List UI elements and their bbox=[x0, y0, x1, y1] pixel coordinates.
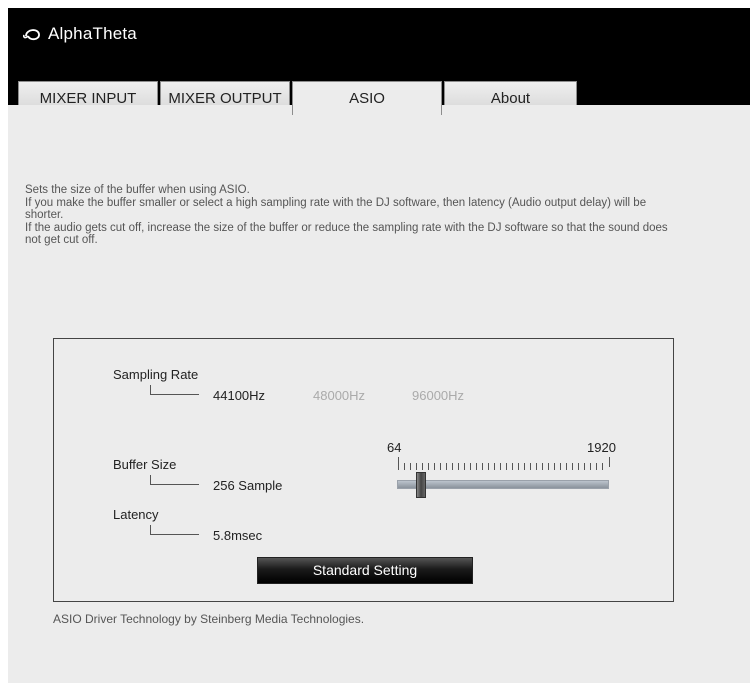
buffer-slider-max: 1920 bbox=[587, 440, 616, 455]
sampling-rate-label: Sampling Rate bbox=[113, 367, 199, 382]
footer-note: ASIO Driver Technology by Steinberg Medi… bbox=[53, 612, 365, 626]
sampling-rate-option-96000[interactable]: 96000Hz bbox=[412, 388, 464, 403]
description-line-3: If the audio gets cut off, increase the … bbox=[25, 221, 668, 247]
tab-asio[interactable]: ASIO bbox=[292, 81, 442, 115]
description-line-2: If you make the buffer smaller or select… bbox=[25, 196, 647, 222]
brand: AlphaTheta bbox=[22, 22, 137, 46]
description-line-1: Sets the size of the buffer when using A… bbox=[25, 184, 250, 196]
buffer-slider-tick-end bbox=[609, 457, 610, 467]
buffer-slider-track[interactable] bbox=[397, 480, 609, 489]
buffer-size-connector bbox=[150, 475, 199, 485]
buffer-size-label: Buffer Size bbox=[113, 457, 177, 472]
buffer-slider-thumb[interactable] bbox=[415, 472, 426, 498]
buffer-size-value: 256 Sample bbox=[213, 478, 283, 493]
latency-value: 5.8msec bbox=[213, 528, 263, 543]
latency-connector bbox=[150, 525, 199, 535]
sampling-rate-option-48000[interactable]: 48000Hz bbox=[313, 388, 365, 403]
asio-panel: Sets the size of the buffer when using A… bbox=[8, 105, 750, 683]
brand-name: AlphaTheta bbox=[48, 24, 137, 43]
buffer-slider-min: 64 bbox=[387, 440, 402, 455]
buffer-slider-ticks bbox=[398, 463, 608, 470]
sampling-rate-option-44100[interactable]: 44100Hz bbox=[213, 388, 265, 403]
latency-label: Latency bbox=[113, 507, 159, 522]
description: Sets the size of the buffer when using A… bbox=[25, 184, 685, 247]
buffer-slider-tick-start bbox=[398, 457, 399, 467]
sampling-rate-connector bbox=[150, 385, 199, 395]
asio-settings-box: Sampling Rate 44100Hz 48000Hz 96000Hz Bu… bbox=[53, 338, 674, 602]
alphatheta-logo-icon bbox=[22, 29, 40, 41]
standard-setting-button[interactable]: Standard Setting bbox=[257, 557, 473, 584]
